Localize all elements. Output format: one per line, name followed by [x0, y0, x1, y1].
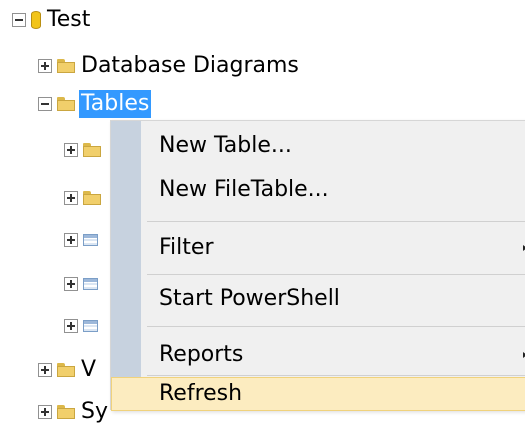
context-menu: New Table... New FileTable... Filter Sta…	[110, 120, 525, 411]
menu-item-new-filetable[interactable]: New FileTable...	[111, 170, 525, 210]
folder-icon	[57, 405, 75, 419]
tree-child-node[interactable]	[64, 180, 101, 216]
tree-child-node[interactable]	[64, 266, 98, 302]
expand-toggle[interactable]	[38, 363, 52, 377]
menu-item-label: Filter	[159, 235, 214, 260]
tree-node-views[interactable]: V	[38, 352, 96, 388]
tree-child-node[interactable]	[64, 308, 98, 344]
menu-item-label: New Table...	[159, 133, 292, 158]
menu-separator	[147, 326, 525, 327]
folder-icon	[57, 363, 75, 377]
menu-item-label: Reports	[159, 342, 244, 367]
expand-toggle[interactable]	[64, 233, 78, 247]
menu-item-label: Refresh	[159, 381, 243, 406]
tree-node-label: V	[81, 357, 97, 382]
expand-toggle[interactable]	[38, 405, 52, 419]
expand-toggle[interactable]	[64, 191, 78, 205]
table-icon	[83, 320, 98, 332]
table-icon	[83, 234, 98, 246]
menu-item-reports[interactable]: Reports	[111, 335, 525, 375]
expand-toggle[interactable]	[64, 319, 78, 333]
folder-icon	[57, 97, 75, 111]
tree-node-label: Tables	[79, 90, 152, 118]
collapse-toggle[interactable]	[38, 97, 52, 111]
expand-toggle[interactable]	[64, 277, 78, 291]
tree-child-node[interactable]	[64, 132, 101, 168]
table-icon	[83, 278, 98, 290]
expand-toggle[interactable]	[38, 59, 52, 73]
menu-item-start-powershell[interactable]: Start PowerShell	[111, 279, 525, 319]
menu-item-label: Start PowerShell	[159, 286, 340, 311]
folder-icon	[57, 59, 75, 73]
folder-icon	[83, 191, 101, 205]
menu-item-refresh[interactable]: Refresh	[111, 377, 525, 411]
tree-child-node[interactable]	[64, 222, 98, 258]
menu-separator	[147, 221, 525, 222]
tree-node-label: Test	[47, 7, 91, 32]
database-icon	[31, 11, 41, 29]
tree-node-label: Database Diagrams	[81, 53, 299, 78]
menu-item-label: New FileTable...	[159, 177, 329, 202]
menu-item-filter[interactable]: Filter	[111, 228, 525, 268]
menu-separator	[147, 274, 525, 275]
menu-separator	[147, 375, 525, 376]
tree-node-database-diagrams[interactable]: Database Diagrams	[38, 48, 299, 84]
tree-node-label: Sy	[81, 399, 108, 424]
tree-node-synonyms[interactable]: Sy	[38, 394, 108, 430]
tree-node-tables[interactable]: Tables	[38, 86, 152, 122]
collapse-toggle[interactable]	[12, 13, 26, 27]
expand-toggle[interactable]	[64, 143, 78, 157]
menu-item-new-table[interactable]: New Table...	[111, 126, 525, 166]
tree-node-test[interactable]: Test	[12, 2, 90, 38]
folder-icon	[83, 143, 101, 157]
